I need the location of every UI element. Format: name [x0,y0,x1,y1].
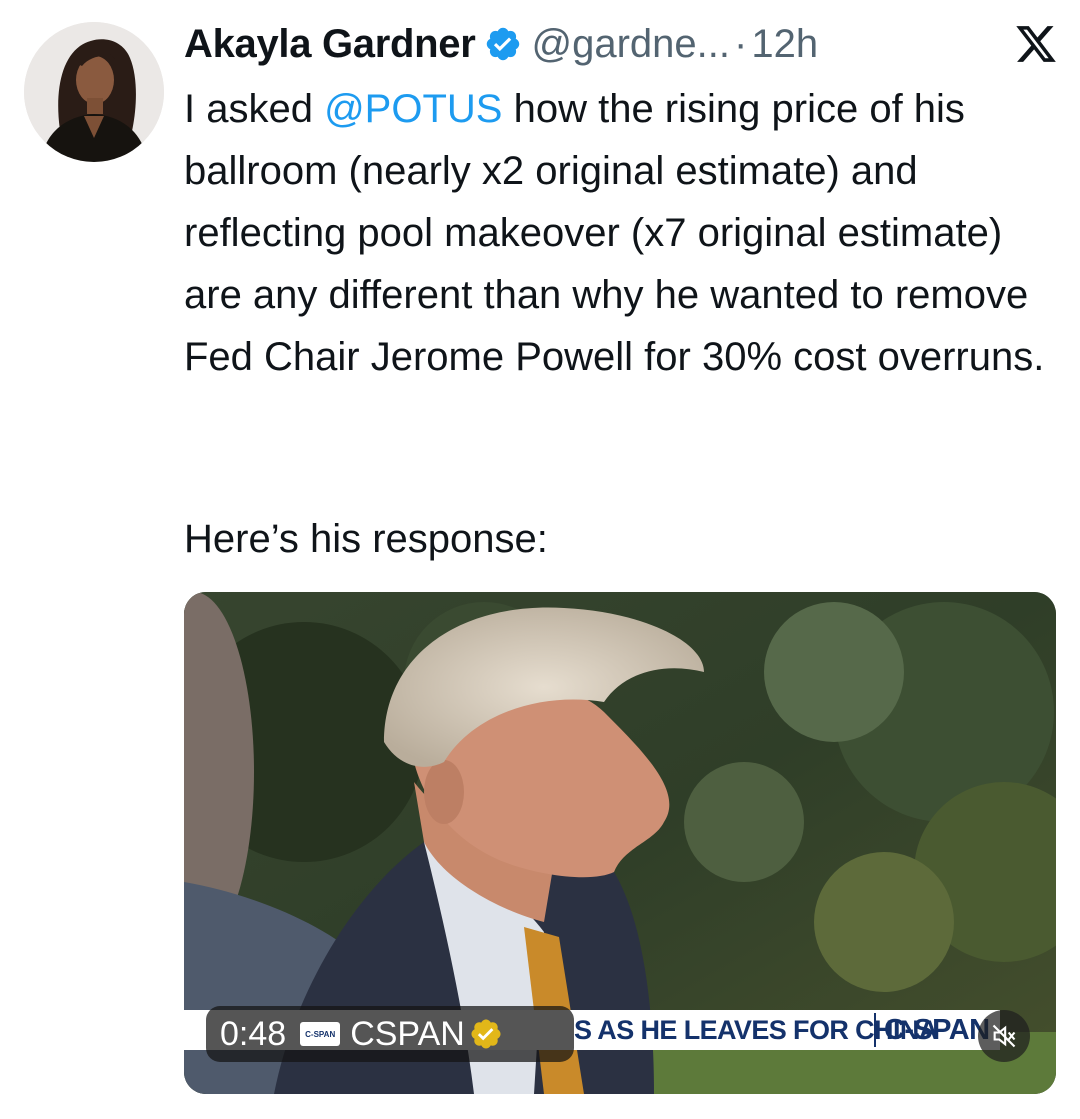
channel-avatar[interactable]: C-SPAN [300,1022,341,1046]
chyron-logo: C-SPAN [884,1014,990,1046]
gold-verified-badge-icon [469,1017,503,1051]
video-info-overlay: 0:48 C-SPAN CSPAN [206,1006,574,1062]
video-player[interactable]: S AS HE LEAVES FOR CHINA C-SPAN 0:48 C-S… [184,592,1056,1094]
author-name[interactable]: Akayla Gardner [184,22,476,67]
tweet-header: Akayla Gardner @gardne... · 12h [184,16,818,72]
muted-speaker-icon [992,1024,1016,1048]
video-duration: 0:48 [220,1014,287,1053]
x-logo-icon[interactable] [1014,22,1058,66]
separator-dot: · [734,21,748,66]
timestamp[interactable]: 12h [751,22,818,67]
mention-link[interactable]: @POTUS [324,87,502,131]
tweet-card[interactable]: Akayla Gardner @gardne... · 12h I asked … [0,0,1080,1119]
tweet-text-pre: I asked [184,87,325,131]
channel-name[interactable]: CSPAN [350,1015,465,1054]
tweet-text-second-paragraph: Here’s his response: [184,517,548,561]
tweet-text: I asked @POTUS how the rising price of h… [184,78,1064,388]
avatar[interactable] [24,22,164,162]
chyron-divider [874,1013,876,1047]
author-handle[interactable]: @gardne... [532,22,731,67]
mute-button[interactable] [978,1010,1030,1062]
verified-badge-icon [484,25,522,63]
